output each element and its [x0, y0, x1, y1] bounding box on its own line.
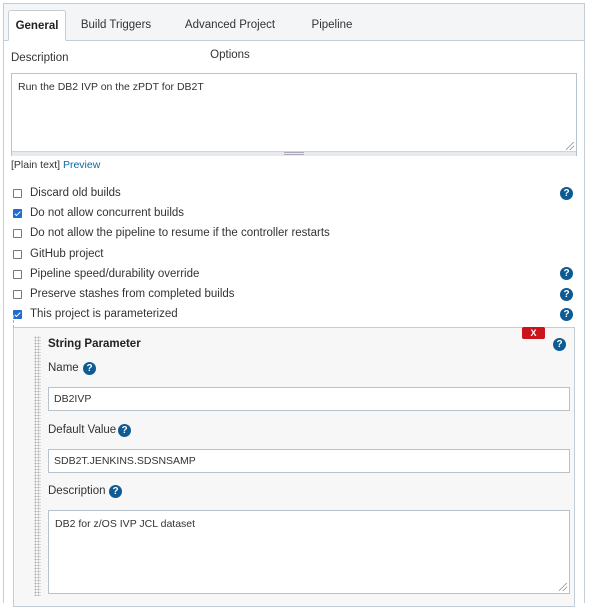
param-default-label: Default Value [48, 424, 117, 436]
tab-general[interactable]: General [8, 10, 66, 41]
plain-text-label: [Plain text] [11, 159, 61, 171]
preserve-stashes-label: Preserve stashes from completed builds [30, 288, 235, 300]
tab-bar: General Build Triggers Advanced Project … [4, 4, 584, 61]
durability-override-label: Pipeline speed/durability override [30, 268, 200, 280]
param-description-value: DB2 for z/OS IVP JCL dataset [55, 518, 196, 530]
string-parameter-help-icon[interactable]: ? [553, 338, 566, 351]
no-resume-checkbox[interactable] [13, 229, 22, 238]
drag-handle-icon[interactable] [34, 336, 41, 596]
description-format: [Plain text] Preview [11, 159, 100, 171]
param-default-help-icon[interactable]: ? [118, 424, 131, 437]
resize-handle-icon[interactable] [566, 142, 574, 150]
param-description-label: Description [48, 485, 106, 497]
textarea-grip[interactable] [12, 151, 576, 156]
discard-old-builds-help-icon[interactable]: ? [560, 187, 573, 200]
github-project-checkbox[interactable] [13, 250, 22, 259]
tab-pipeline[interactable]: Pipeline [306, 10, 358, 40]
param-name-input[interactable]: DB2IVP [48, 387, 570, 411]
parameterized-help-icon[interactable]: ? [560, 308, 573, 321]
no-concurrent-builds-label: Do not allow concurrent builds [30, 207, 185, 219]
tab-advanced-project-options[interactable]: Advanced Project Options [164, 10, 296, 61]
discard-old-builds-checkbox[interactable] [13, 189, 22, 198]
param-description-help-icon[interactable]: ? [109, 485, 122, 498]
param-description-textarea[interactable]: DB2 for z/OS IVP JCL dataset [48, 510, 570, 594]
parameterized-label: This project is parameterized [30, 308, 178, 320]
param-default-input[interactable]: SDB2T.JENKINS.SDSNSAMP [48, 449, 570, 473]
preview-link[interactable]: Preview [63, 159, 100, 171]
parameterized-checkbox[interactable] [13, 310, 22, 319]
github-project-label: GitHub project [30, 248, 104, 260]
remove-parameter-button[interactable]: X [522, 327, 545, 339]
no-concurrent-builds-checkbox[interactable] [13, 209, 22, 218]
discard-old-builds-label: Discard old builds [30, 187, 121, 199]
string-parameter-title: String Parameter [48, 338, 141, 350]
param-resize-handle-icon[interactable] [559, 583, 567, 591]
durability-override-help-icon[interactable]: ? [560, 267, 573, 280]
description-label: Description [11, 52, 69, 64]
description-value: Run the DB2 IVP on the zPDT for DB2T [18, 81, 204, 93]
tab-build-triggers[interactable]: Build Triggers [76, 10, 156, 40]
durability-override-checkbox[interactable] [13, 270, 22, 279]
param-name-label: Name [48, 362, 79, 374]
description-textarea[interactable]: Run the DB2 IVP on the zPDT for DB2T [11, 73, 577, 156]
preserve-stashes-help-icon[interactable]: ? [560, 288, 573, 301]
preserve-stashes-checkbox[interactable] [13, 290, 22, 299]
no-resume-label: Do not allow the pipeline to resume if t… [30, 227, 330, 239]
param-name-help-icon[interactable]: ? [83, 362, 96, 375]
